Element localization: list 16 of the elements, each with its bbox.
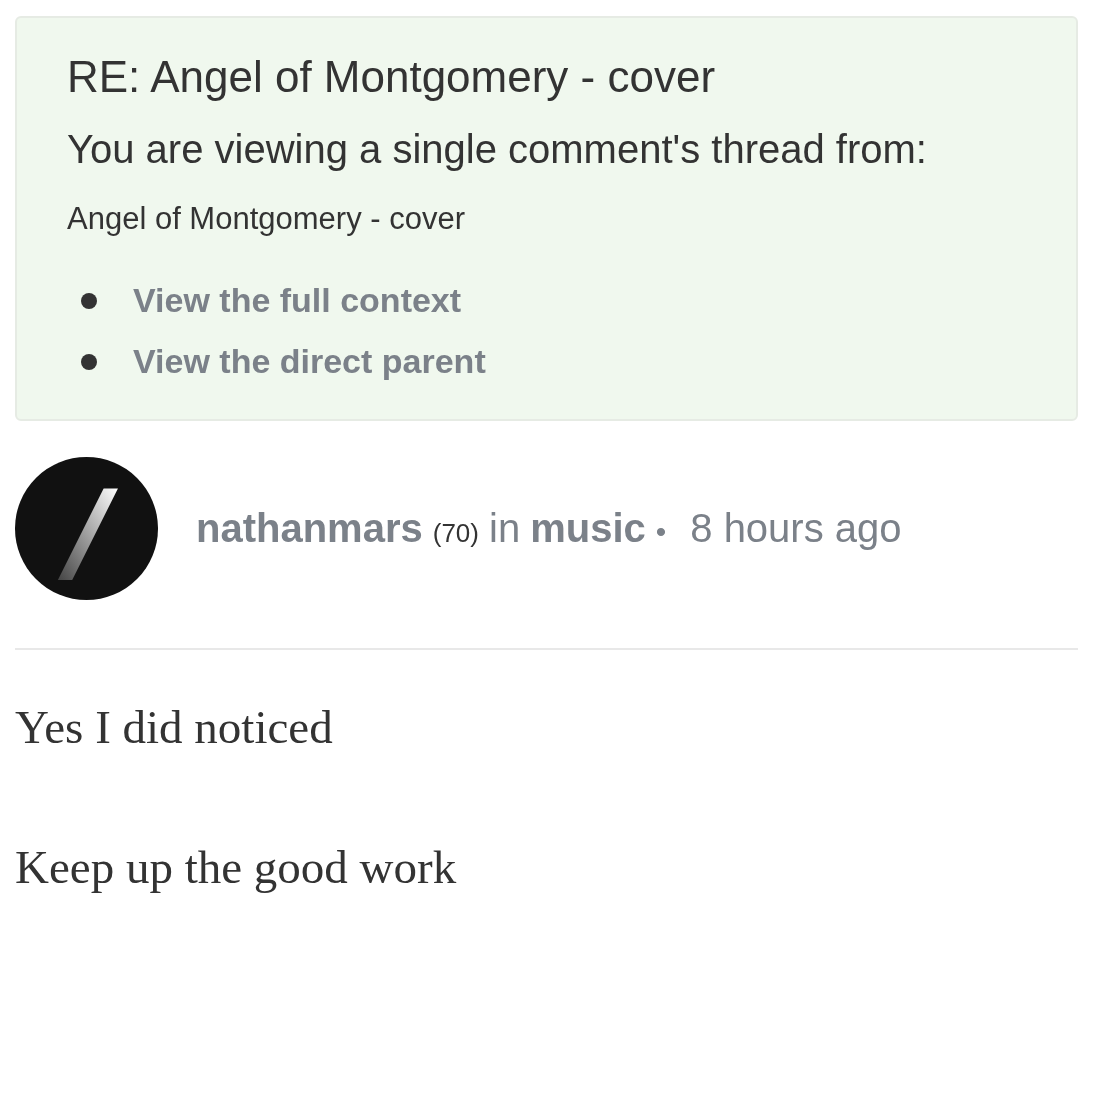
thread-intro: You are viewing a single comment's thread from: <box>67 126 928 174</box>
bullet-icon <box>81 353 97 370</box>
post-title: Angel of Montgomery - cover <box>67 201 466 238</box>
reputation: (70) <box>432 518 479 550</box>
author-name[interactable]: nathanmars <box>196 506 423 552</box>
comment-text: Yes I did noticed <box>15 702 334 754</box>
context-link[interactable]: View the direct parent <box>133 342 486 382</box>
in-label: in <box>489 506 521 552</box>
separator-dot: • <box>655 515 667 550</box>
community-link[interactable]: music <box>530 506 646 552</box>
comment-text: Keep up the good work <box>15 841 458 894</box>
avatar-icon <box>15 457 158 601</box>
bullet-icon <box>81 292 97 309</box>
context-link[interactable]: View the full context <box>133 281 462 321</box>
timestamp[interactable]: 8 hours ago <box>690 506 902 552</box>
thread-title: RE: Angel of Montgomery - cover <box>67 51 717 103</box>
